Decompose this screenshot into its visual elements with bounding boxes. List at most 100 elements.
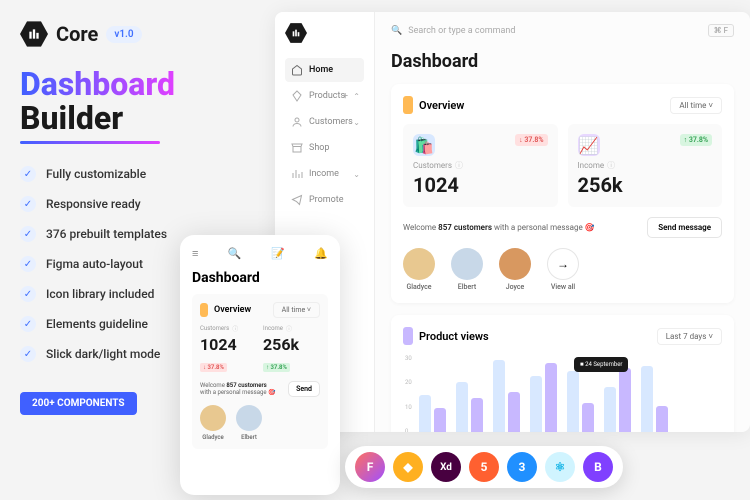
chevron-up-icon[interactable]: ⌃ <box>353 92 360 101</box>
headline-underline <box>20 141 160 144</box>
product-views-title: Product views <box>419 330 489 343</box>
arrow-right-icon[interactable]: → <box>547 248 579 280</box>
bag-icon: 🛍️ <box>413 134 435 156</box>
brand-row: Core v1.0 <box>20 20 250 48</box>
check-icon: ✓ <box>20 286 36 302</box>
timeframe-dropdown[interactable]: All time ˅ <box>273 302 320 318</box>
check-icon: ✓ <box>20 166 36 182</box>
send-button[interactable]: Send <box>288 381 320 397</box>
desktop-preview: Home Products+⌃ Customers⌄ Shop Income⌄ … <box>275 12 750 432</box>
avatar <box>236 405 262 431</box>
feature-item: ✓Responsive ready <box>20 196 250 212</box>
card-accent <box>200 303 208 317</box>
brand-name: Core <box>56 22 98 46</box>
nav-home[interactable]: Home <box>285 58 364 82</box>
stat-value: 256k <box>578 173 713 197</box>
sidebar-logo-icon <box>285 22 307 44</box>
mobile-preview: ≡ 🔍 📝 🔔 Dashboard Overview All time ˅ Cu… <box>180 235 340 495</box>
feature-item: ✓Fully customizable <box>20 166 250 182</box>
welcome-text: Welcome 857 customers with a personal me… <box>200 382 278 396</box>
search-icon: 🔍 <box>391 26 402 36</box>
version-badge: v1.0 <box>106 26 141 43</box>
bell-icon[interactable]: 🔔 <box>314 247 328 260</box>
mobile-page-title: Dashboard <box>192 270 328 286</box>
nav-customers[interactable]: Customers⌄ <box>285 110 364 134</box>
kbd-shortcut: ⌘ F <box>708 24 734 37</box>
avatar <box>200 405 226 431</box>
main-content: 🔍Search or type a command ⌘ F Dashboard … <box>375 12 750 432</box>
card-accent <box>403 96 413 114</box>
figma-icon: F <box>355 452 385 482</box>
chevron-down-icon[interactable]: ⌄ <box>353 118 360 127</box>
mobile-overview-card: Overview All time ˅ Customersⓘ 1024 ↓ 37… <box>192 294 328 449</box>
headline-line2: Builder <box>20 99 123 137</box>
mobile-topbar: ≡ 🔍 📝 🔔 <box>192 247 328 260</box>
avatar <box>403 248 435 280</box>
bootstrap-icon: B <box>583 452 613 482</box>
delta-badge: ↓ 37.8% <box>515 134 547 146</box>
y-axis: 3020100 <box>405 355 412 432</box>
avatar-item[interactable]: Gladyce <box>403 248 435 291</box>
send-message-button[interactable]: Send message <box>647 217 722 238</box>
tool-icons-row: F ◆ Xd 5 3 ⚛ B <box>345 446 623 488</box>
search-icon[interactable]: 🔍 <box>228 247 242 260</box>
info-icon[interactable]: ⓘ <box>232 324 238 333</box>
nav-products[interactable]: Products+⌃ <box>285 84 364 108</box>
check-icon: ✓ <box>20 256 36 272</box>
html5-icon: 5 <box>469 452 499 482</box>
plus-icon[interactable]: + <box>342 91 348 102</box>
bar-chart: 3020100 ■ 24 September <box>419 355 722 432</box>
headline-line1: Dashboard <box>20 68 175 102</box>
avatar <box>451 248 483 280</box>
sketch-icon: ◆ <box>393 452 423 482</box>
stat-income: Incomeⓘ 256k ↑ 37.8% <box>263 324 320 373</box>
stat-income: 📈 ↑ 37.8% Incomeⓘ 256k <box>568 124 723 207</box>
timeframe-dropdown[interactable]: Last 7 days ˅ <box>657 328 722 345</box>
view-all[interactable]: →View all <box>547 248 579 291</box>
nav-income[interactable]: Income⌄ <box>285 162 364 186</box>
stat-value: 1024 <box>413 173 548 197</box>
info-icon[interactable]: ⓘ <box>455 160 463 171</box>
activity-icon: 📈 <box>578 134 600 156</box>
delta-badge: ↓ 37.8% <box>200 363 227 372</box>
css3-icon: 3 <box>507 452 537 482</box>
info-icon[interactable]: ⓘ <box>607 160 615 171</box>
product-views-card: Product views Last 7 days ˅ 3020100 ■ 24… <box>391 315 734 432</box>
page-title: Dashboard <box>391 51 734 72</box>
home-icon <box>291 64 303 76</box>
nav-promote[interactable]: Promote <box>285 188 364 212</box>
user-icon <box>291 116 303 128</box>
avatar-item[interactable]: Elbert <box>236 405 262 441</box>
avatar-item[interactable]: Joyce <box>499 248 531 291</box>
delta-badge: ↑ 37.8% <box>263 363 290 372</box>
check-icon: ✓ <box>20 226 36 242</box>
avatar-item[interactable]: Elbert <box>451 248 483 291</box>
react-icon: ⚛ <box>545 452 575 482</box>
stat-customers: Customersⓘ 1024 ↓ 37.8% <box>200 324 257 373</box>
card-accent <box>403 327 413 345</box>
xd-icon: Xd <box>431 452 461 482</box>
menu-icon[interactable]: ≡ <box>192 247 198 260</box>
stat-customers: 🛍️ ↓ 37.8% Customersⓘ 1024 <box>403 124 558 207</box>
overview-title: Overview <box>419 99 464 112</box>
brand-mark-icon <box>20 20 48 48</box>
overview-card: Overview All time ˅ 🛍️ ↓ 37.8% Customers… <box>391 84 734 303</box>
promote-icon <box>291 194 303 206</box>
headline: Dashboard Builder <box>20 68 250 135</box>
components-badge: 200+ COMPONENTS <box>20 392 137 415</box>
timeframe-dropdown[interactable]: All time ˅ <box>670 97 722 114</box>
nav-shop[interactable]: Shop <box>285 136 364 160</box>
welcome-text: Welcome 857 customers with a personal me… <box>403 223 595 232</box>
info-icon[interactable]: ⓘ <box>286 324 292 333</box>
chart-icon <box>291 168 303 180</box>
search-input[interactable]: 🔍Search or type a command <box>391 26 700 36</box>
chart-tooltip: ■ 24 September <box>574 357 628 372</box>
check-icon: ✓ <box>20 316 36 332</box>
chevron-down-icon[interactable]: ⌄ <box>353 170 360 179</box>
check-icon: ✓ <box>20 346 36 362</box>
avatar <box>499 248 531 280</box>
avatar-item[interactable]: Gladyce <box>200 405 226 441</box>
delta-badge: ↑ 37.8% <box>680 134 712 146</box>
topbar: 🔍Search or type a command ⌘ F <box>391 24 734 37</box>
compose-icon[interactable]: 📝 <box>271 247 285 260</box>
